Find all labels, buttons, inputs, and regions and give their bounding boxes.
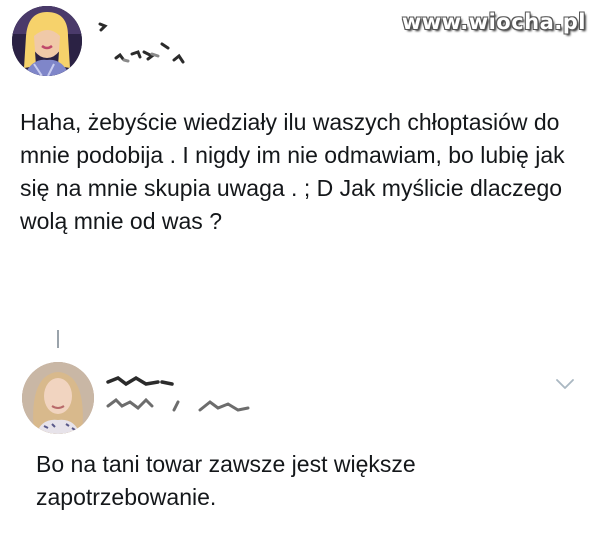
tweet-text: Haha, żebyście wiedziały ilu waszych chł…	[20, 109, 565, 234]
profile-photo-icon	[22, 362, 94, 434]
reply-author-avatar[interactable]	[22, 362, 94, 434]
thread-connector	[57, 330, 59, 350]
chevron-down-icon[interactable]	[554, 376, 576, 392]
author-avatar[interactable]	[12, 6, 82, 76]
redacted-username	[106, 375, 250, 412]
watermark: www.wiocha.pl	[401, 10, 586, 34]
redacted-username	[98, 22, 185, 64]
reply-text: Bo na tani towar zawsze jest większe zap…	[36, 451, 416, 510]
profile-photo-icon	[12, 6, 82, 76]
